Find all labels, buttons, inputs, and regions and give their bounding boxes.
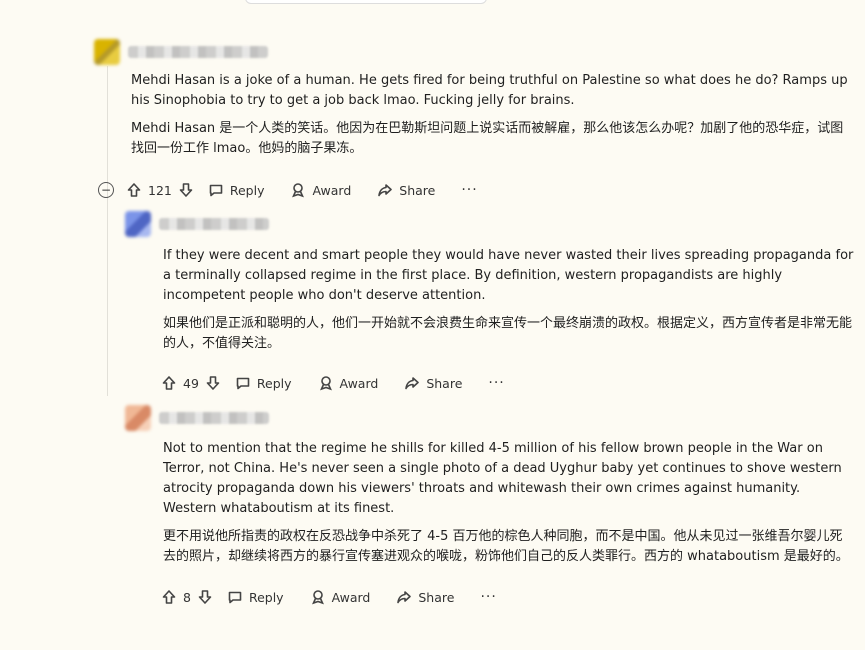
- comment-bubble-icon: [227, 589, 243, 605]
- share-button[interactable]: Share: [377, 182, 435, 198]
- vote-control: 121: [126, 182, 194, 198]
- avatar[interactable]: [94, 39, 120, 65]
- award-label: Award: [331, 589, 371, 605]
- comment: If they were decent and smart people the…: [125, 209, 855, 398]
- reply-label: Reply: [248, 589, 284, 605]
- more-options-button[interactable]: ···: [488, 375, 504, 391]
- award-label: Award: [339, 375, 379, 391]
- share-label: Share: [426, 375, 463, 391]
- comment-text-english: Mehdi Hasan is a joke of a human. He get…: [131, 73, 848, 108]
- comment-text-english: If they were decent and smart people the…: [163, 248, 854, 303]
- comment-body: Mehdi Hasan is a joke of a human. He get…: [131, 71, 854, 159]
- share-label: Share: [418, 589, 455, 605]
- downvote-icon[interactable]: [197, 589, 213, 605]
- share-icon: [377, 182, 393, 198]
- award-button[interactable]: Award: [310, 589, 371, 605]
- reply-button[interactable]: Reply: [227, 589, 284, 605]
- vote-count: 121: [148, 182, 172, 198]
- comment-text-chinese: Mehdi Hasan 是一个人类的笑话。他因为在巴勒斯坦问题上说实话而被解雇，…: [131, 121, 844, 156]
- award-button[interactable]: Award: [318, 375, 379, 391]
- share-icon: [396, 589, 412, 605]
- collapse-thread-button[interactable]: −: [98, 182, 114, 198]
- comment-bubble-icon: [208, 182, 224, 198]
- comment-header: [125, 403, 855, 433]
- search-input[interactable]: [245, 0, 487, 4]
- award-icon: [318, 375, 334, 391]
- upvote-icon[interactable]: [161, 375, 177, 391]
- comment-body: If they were decent and smart people the…: [163, 246, 855, 354]
- reply-button[interactable]: Reply: [235, 375, 292, 391]
- award-icon: [290, 182, 306, 198]
- share-button[interactable]: Share: [396, 589, 454, 605]
- avatar[interactable]: [125, 211, 151, 237]
- username-redacted[interactable]: [128, 46, 268, 58]
- comment-bubble-icon: [235, 375, 251, 391]
- share-icon: [404, 375, 420, 391]
- share-button[interactable]: Share: [404, 375, 462, 391]
- downvote-icon[interactable]: [205, 375, 221, 391]
- comment-text-english: Not to mention that the regime he shills…: [163, 441, 842, 516]
- comment: Mehdi Hasan is a joke of a human. He get…: [94, 37, 854, 205]
- username-redacted[interactable]: [159, 218, 269, 230]
- more-options-button[interactable]: ···: [461, 182, 477, 198]
- comment-header: [125, 209, 855, 239]
- vote-control: 49: [161, 375, 221, 391]
- comment-text-chinese: 如果他们是正派和聪明的人，他们一开始就不会浪费生命来宣传一个最终崩溃的政权。根据…: [163, 316, 853, 351]
- more-options-button[interactable]: ···: [480, 589, 496, 605]
- avatar[interactable]: [125, 405, 151, 431]
- comment: Not to mention that the regime he shills…: [125, 403, 855, 612]
- comment-body: Not to mention that the regime he shills…: [163, 439, 855, 567]
- share-label: Share: [399, 182, 436, 198]
- comment-actions: 8 Reply Award Share ···: [161, 582, 855, 612]
- downvote-icon[interactable]: [178, 182, 194, 198]
- comment-text-chinese: 更不用说他所指责的政权在反恐战争中杀死了 4-5 百万他的棕色人种同胞，而不是中…: [163, 529, 849, 564]
- reply-button[interactable]: Reply: [208, 182, 265, 198]
- comment-header: [94, 37, 854, 67]
- award-button[interactable]: Award: [290, 182, 351, 198]
- upvote-icon[interactable]: [126, 182, 142, 198]
- comment-actions: 49 Reply Award Share ···: [161, 368, 855, 398]
- vote-control: 8: [161, 589, 213, 605]
- reply-label: Reply: [256, 375, 292, 391]
- vote-count: 8: [183, 589, 191, 605]
- username-redacted[interactable]: [159, 412, 269, 424]
- award-label: Award: [312, 182, 352, 198]
- comment-actions: − 121 Reply Award Share ···: [98, 175, 854, 205]
- upvote-icon[interactable]: [161, 589, 177, 605]
- vote-count: 49: [183, 375, 199, 391]
- reply-label: Reply: [229, 182, 265, 198]
- award-icon: [310, 589, 326, 605]
